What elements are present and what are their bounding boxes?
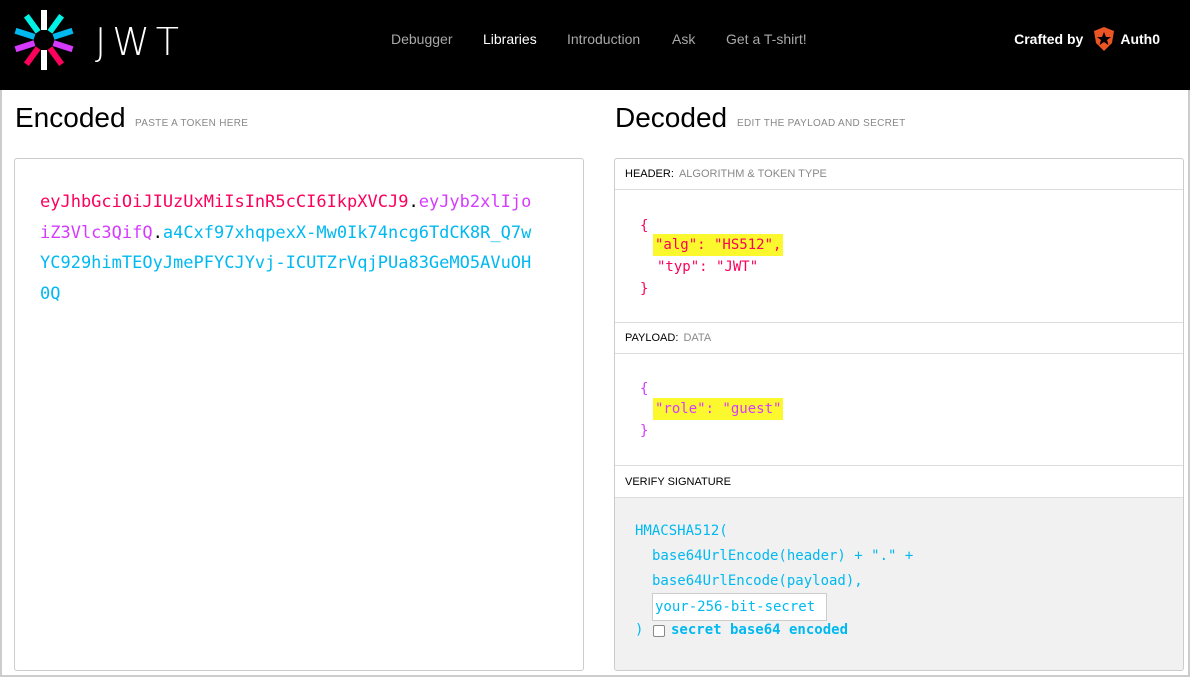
decoded-subtitle: EDIT THE PAYLOAD AND SECRET bbox=[737, 118, 906, 129]
payload-json-editor[interactable]: { "role": "guest" } bbox=[615, 354, 1183, 466]
auth0-brand: Auth0 bbox=[1120, 31, 1160, 47]
signature-section: HMACSHA512( base64UrlEncode(header) + ".… bbox=[615, 498, 1183, 670]
header-json-editor[interactable]: { "alg": "HS512", "typ": "JWT" } bbox=[615, 190, 1183, 323]
encoded-subtitle: PASTE A TOKEN HERE bbox=[135, 118, 249, 129]
top-navbar: JWT Debugger Libraries Introduction Ask … bbox=[0, 0, 1190, 90]
payload-json-close: } bbox=[640, 423, 649, 439]
encoded-title: Encoded bbox=[15, 102, 126, 133]
secret-base64-label[interactable]: secret base64 encoded bbox=[671, 622, 848, 638]
header-section-title: HEADER: ALGORITHM & TOKEN TYPE bbox=[615, 159, 1183, 190]
token-header-part: eyJhbGciOiJIUzUxMiIsInR5cCI6IkpXVCJ9 bbox=[40, 192, 409, 212]
verify-label: VERIFY SIGNATURE bbox=[625, 476, 731, 488]
header-json-alg[interactable]: "alg": "HS512", bbox=[653, 234, 784, 256]
crafted-by[interactable]: Crafted by Auth0 bbox=[1014, 27, 1160, 51]
payload-sublabel: DATA bbox=[683, 332, 712, 344]
header-json-close: } bbox=[640, 281, 649, 297]
nav-debugger[interactable]: Debugger bbox=[391, 31, 453, 47]
sig-line-close: ) bbox=[635, 622, 644, 638]
auth0-shield-icon bbox=[1094, 27, 1115, 51]
nav-introduction[interactable]: Introduction bbox=[567, 31, 640, 47]
decoded-panel: HEADER: ALGORITHM & TOKEN TYPE { "alg": … bbox=[614, 158, 1184, 671]
encoded-token-text[interactable]: eyJhbGciOiJIUzUxMiIsInR5cCI6IkpXVCJ9.eyJ… bbox=[40, 187, 540, 309]
payload-json-open: { bbox=[640, 381, 649, 397]
encoded-token-input[interactable]: eyJhbGciOiJIUzUxMiIsInR5cCI6IkpXVCJ9.eyJ… bbox=[14, 158, 584, 671]
payload-label: PAYLOAD: bbox=[625, 332, 679, 344]
decoded-title: Decoded bbox=[615, 102, 728, 133]
logo-text[interactable]: JWT bbox=[95, 20, 185, 64]
header-json-open: { bbox=[640, 218, 649, 234]
sig-line-payload: base64UrlEncode(payload), bbox=[652, 573, 863, 589]
payload-json-role[interactable]: "role": "guest" bbox=[653, 398, 784, 420]
secret-base64-checkbox[interactable] bbox=[653, 625, 665, 637]
verify-section-title: VERIFY SIGNATURE bbox=[615, 466, 1183, 498]
nav-libraries[interactable]: Libraries bbox=[483, 31, 537, 47]
sig-line-header: base64UrlEncode(header) + "." + bbox=[652, 548, 914, 564]
crafted-by-label: Crafted by bbox=[1014, 31, 1084, 47]
nav-tshirt[interactable]: Get a T-shirt! bbox=[726, 31, 807, 47]
jwt-logo-icon[interactable] bbox=[14, 10, 74, 70]
header-json-typ[interactable]: "typ": "JWT" bbox=[657, 259, 758, 275]
header-label: HEADER: bbox=[625, 168, 674, 180]
sig-line-hmac: HMACSHA512( bbox=[635, 523, 728, 539]
header-sublabel: ALGORITHM & TOKEN TYPE bbox=[678, 168, 827, 180]
secret-input[interactable] bbox=[652, 593, 827, 621]
nav-ask[interactable]: Ask bbox=[672, 31, 695, 47]
payload-section-title: PAYLOAD: DATA bbox=[615, 323, 1183, 354]
